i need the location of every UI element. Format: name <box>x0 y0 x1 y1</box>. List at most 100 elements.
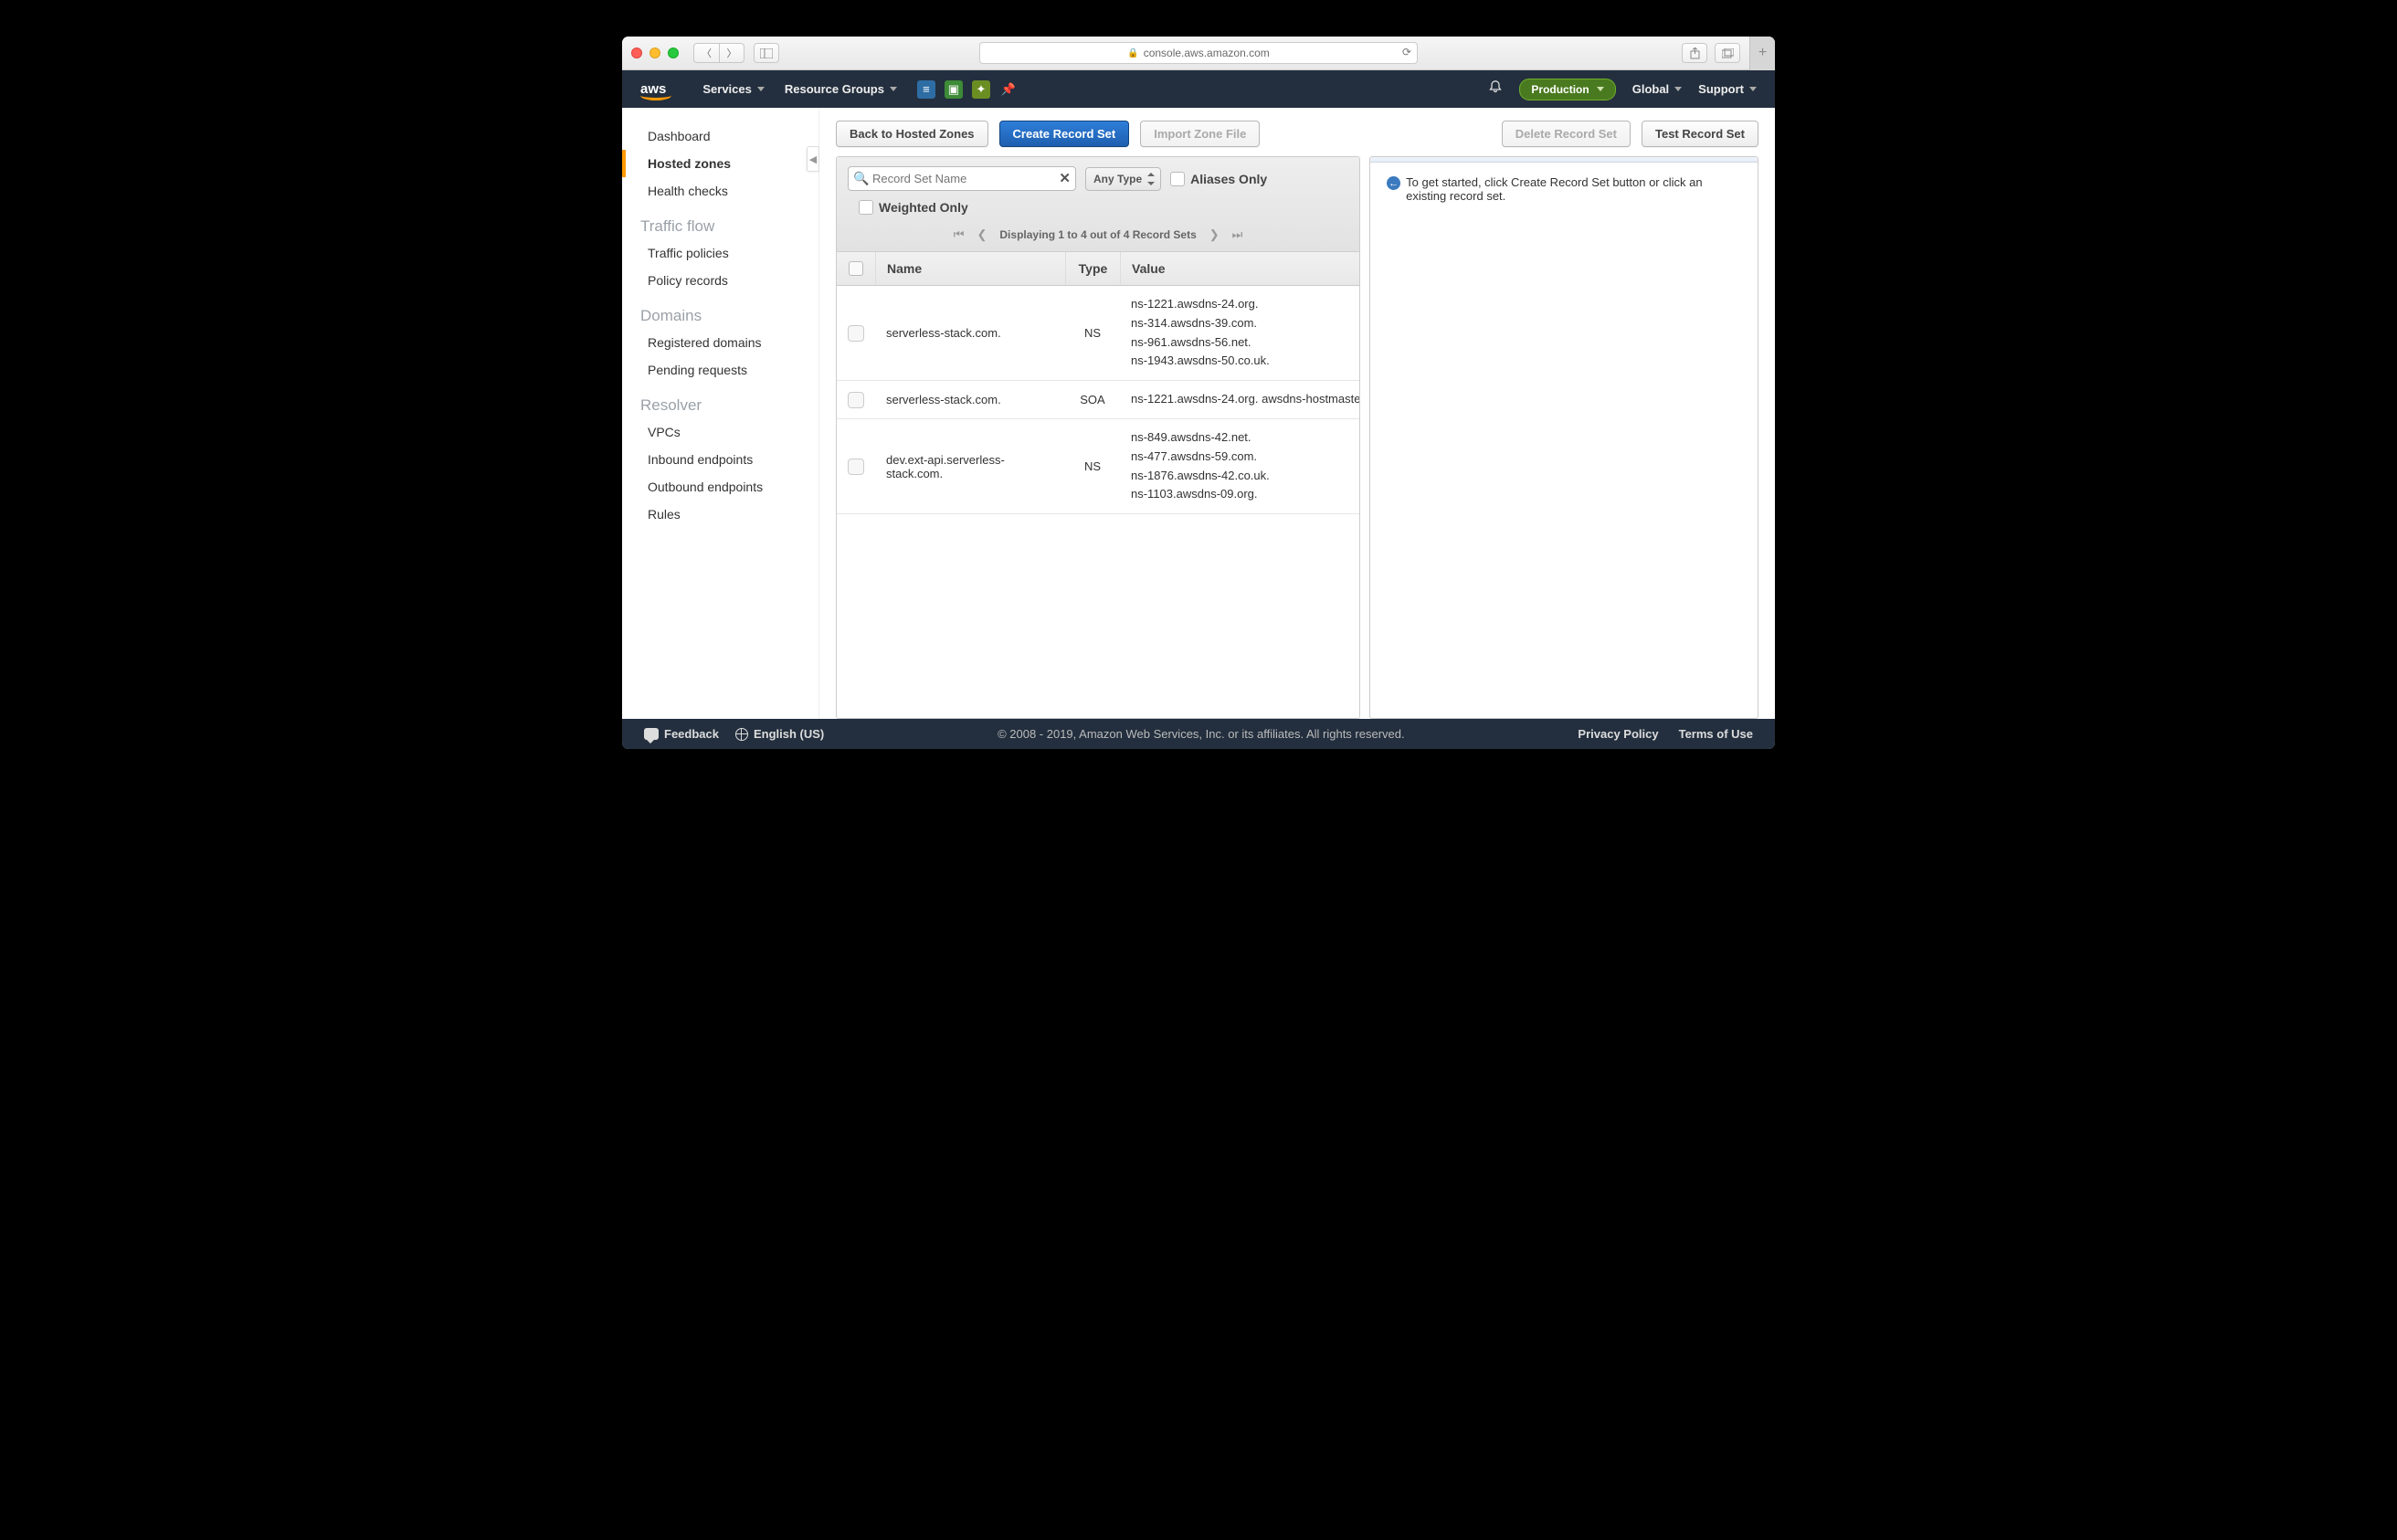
sidebar-item-rules[interactable]: Rules <box>622 501 818 528</box>
details-panel: ← To get started, click Create Record Se… <box>1369 156 1758 719</box>
support-menu[interactable]: Support <box>1698 82 1757 96</box>
close-window-icon[interactable] <box>631 47 642 58</box>
sidebar-item-traffic-policies[interactable]: Traffic policies <box>622 239 818 267</box>
cell-type: SOA <box>1065 384 1120 416</box>
pager: ⏮ ❮ Displaying 1 to 4 out of 4 Record Se… <box>848 227 1348 242</box>
privacy-link[interactable]: Privacy Policy <box>1578 727 1658 741</box>
shortcut-icon-1[interactable]: ≡ <box>917 80 935 99</box>
back-button[interactable]: 〈 <box>693 43 719 63</box>
footer: Feedback English (US) © 2008 - 2019, Ama… <box>622 719 1775 749</box>
nav-buttons: 〈 〉 <box>693 43 744 63</box>
sidebar-item-vpcs[interactable]: VPCs <box>622 418 818 446</box>
row-checkbox[interactable] <box>848 459 864 475</box>
pager-text: Displaying 1 to 4 out of 4 Record Sets <box>999 228 1196 241</box>
table-body: serverless-stack.com.NSns-1221.awsdns-24… <box>837 286 1359 718</box>
notifications-icon[interactable] <box>1488 79 1503 99</box>
column-header-name[interactable]: Name <box>875 252 1065 285</box>
share-button[interactable] <box>1682 43 1707 63</box>
url-bar[interactable]: 🔒 console.aws.amazon.com ⟳ <box>979 42 1418 64</box>
table-row[interactable]: serverless-stack.com.NSns-1221.awsdns-24… <box>837 286 1359 381</box>
sidebar-item-outbound-endpoints[interactable]: Outbound endpoints <box>622 473 818 501</box>
column-header-value[interactable]: Value <box>1120 252 1359 285</box>
table-row[interactable]: serverless-stack.com.SOAns-1221.awsdns-2… <box>837 381 1359 419</box>
toolbar: Back to Hosted Zones Create Record Set I… <box>836 121 1758 147</box>
first-page-icon[interactable]: ⏮ <box>954 227 965 242</box>
weighted-only-checkbox[interactable]: Weighted Only <box>859 200 1348 215</box>
sidebar-item-registered-domains[interactable]: Registered domains <box>622 329 818 356</box>
tabs-button[interactable] <box>1715 43 1740 63</box>
search-icon: 🔍 <box>853 171 869 186</box>
prev-page-icon[interactable]: ❮ <box>977 227 987 242</box>
test-record-set-button[interactable]: Test Record Set <box>1642 121 1758 147</box>
shortcut-icon-2[interactable]: ▣ <box>945 80 963 99</box>
last-page-icon[interactable]: ⏭ <box>1232 227 1243 242</box>
cell-value: ns-849.awsdns-42.net.ns-477.awsdns-59.co… <box>1120 419 1359 513</box>
sidebar-item-dashboard[interactable]: Dashboard <box>622 122 818 150</box>
sidebar-item-pending-requests[interactable]: Pending requests <box>622 356 818 384</box>
services-menu[interactable]: Services <box>702 82 765 96</box>
resource-groups-menu[interactable]: Resource Groups <box>785 82 897 96</box>
browser-window: 〈 〉 🔒 console.aws.amazon.com ⟳ + aws Ser… <box>622 37 1775 749</box>
column-header-type[interactable]: Type <box>1065 252 1120 285</box>
search-wrapper: 🔍 ✕ <box>848 166 1076 191</box>
create-record-set-button[interactable]: Create Record Set <box>999 121 1130 147</box>
cell-type: NS <box>1065 317 1120 349</box>
new-tab-button[interactable]: + <box>1749 37 1775 70</box>
checkbox-icon <box>1170 172 1185 186</box>
clear-search-icon[interactable]: ✕ <box>1059 170 1071 186</box>
cell-name: serverless-stack.com. <box>875 384 1065 416</box>
sidebar-item-policy-records[interactable]: Policy records <box>622 267 818 294</box>
panels: 🔍 ✕ Any Type Aliases Only <box>836 156 1758 719</box>
environment-selector[interactable]: Production <box>1519 79 1615 100</box>
cell-name: serverless-stack.com. <box>875 317 1065 349</box>
cell-value: ns-1221.awsdns-24.org. awsdns-hostmaster… <box>1120 381 1359 418</box>
aliases-only-checkbox[interactable]: Aliases Only <box>1170 172 1267 186</box>
aws-top-nav: aws Services Resource Groups ≡ ▣ ✦ 📌 Pro… <box>622 70 1775 108</box>
sidebar-toggle-button[interactable] <box>754 43 779 63</box>
maximize-window-icon[interactable] <box>668 47 679 58</box>
terms-link[interactable]: Terms of Use <box>1679 727 1753 741</box>
traffic-lights <box>631 47 679 58</box>
forward-button[interactable]: 〉 <box>719 43 744 63</box>
content-area: ◀ DashboardHosted zonesHealth checks Tra… <box>622 108 1775 719</box>
cell-type: NS <box>1065 450 1120 482</box>
info-icon: ← <box>1387 176 1400 190</box>
caret-down-icon <box>1597 87 1604 91</box>
sidebar-section-domains: Domains <box>622 294 818 329</box>
sidebar-item-hosted-zones[interactable]: Hosted zones <box>622 150 818 177</box>
import-zone-file-button[interactable]: Import Zone File <box>1140 121 1260 147</box>
select-all-checkbox[interactable] <box>849 261 863 276</box>
sidebar-collapse-button[interactable]: ◀ <box>807 146 819 172</box>
type-filter-select[interactable]: Any Type <box>1085 167 1161 191</box>
delete-record-set-button[interactable]: Delete Record Set <box>1502 121 1631 147</box>
table-header: Name Type Value <box>837 252 1359 286</box>
globe-icon <box>735 728 748 741</box>
browser-chrome: 〈 〉 🔒 console.aws.amazon.com ⟳ + <box>622 37 1775 70</box>
aws-logo[interactable]: aws <box>640 81 666 97</box>
caret-down-icon <box>1749 87 1757 91</box>
url-text: console.aws.amazon.com <box>1144 47 1270 59</box>
cell-value: ns-1221.awsdns-24.org.ns-314.awsdns-39.c… <box>1120 286 1359 380</box>
details-hint: ← To get started, click Create Record Se… <box>1370 163 1758 216</box>
sidebar-section-traffic-flow: Traffic flow <box>622 205 818 239</box>
sidebar-section-resolver: Resolver <box>622 384 818 418</box>
next-page-icon[interactable]: ❯ <box>1209 227 1220 242</box>
feedback-link[interactable]: Feedback <box>644 727 719 741</box>
back-to-hosted-zones-button[interactable]: Back to Hosted Zones <box>836 121 988 147</box>
row-checkbox[interactable] <box>848 392 864 408</box>
region-selector[interactable]: Global <box>1632 82 1682 96</box>
table-row[interactable]: dev.ext-api.serverless-stack.com.NSns-84… <box>837 419 1359 514</box>
pin-icon[interactable]: 📌 <box>999 80 1018 99</box>
main-panel: Back to Hosted Zones Create Record Set I… <box>819 108 1775 719</box>
sidebar-item-inbound-endpoints[interactable]: Inbound endpoints <box>622 446 818 473</box>
sidebar: ◀ DashboardHosted zonesHealth checks Tra… <box>622 108 819 719</box>
caret-down-icon <box>1674 87 1682 91</box>
row-checkbox[interactable] <box>848 325 864 342</box>
shortcut-icon-3[interactable]: ✦ <box>972 80 990 99</box>
reload-icon[interactable]: ⟳ <box>1402 46 1411 58</box>
sidebar-item-health-checks[interactable]: Health checks <box>622 177 818 205</box>
language-selector[interactable]: English (US) <box>735 727 824 741</box>
search-input[interactable] <box>848 166 1076 191</box>
minimize-window-icon[interactable] <box>649 47 660 58</box>
checkbox-icon <box>859 200 873 215</box>
